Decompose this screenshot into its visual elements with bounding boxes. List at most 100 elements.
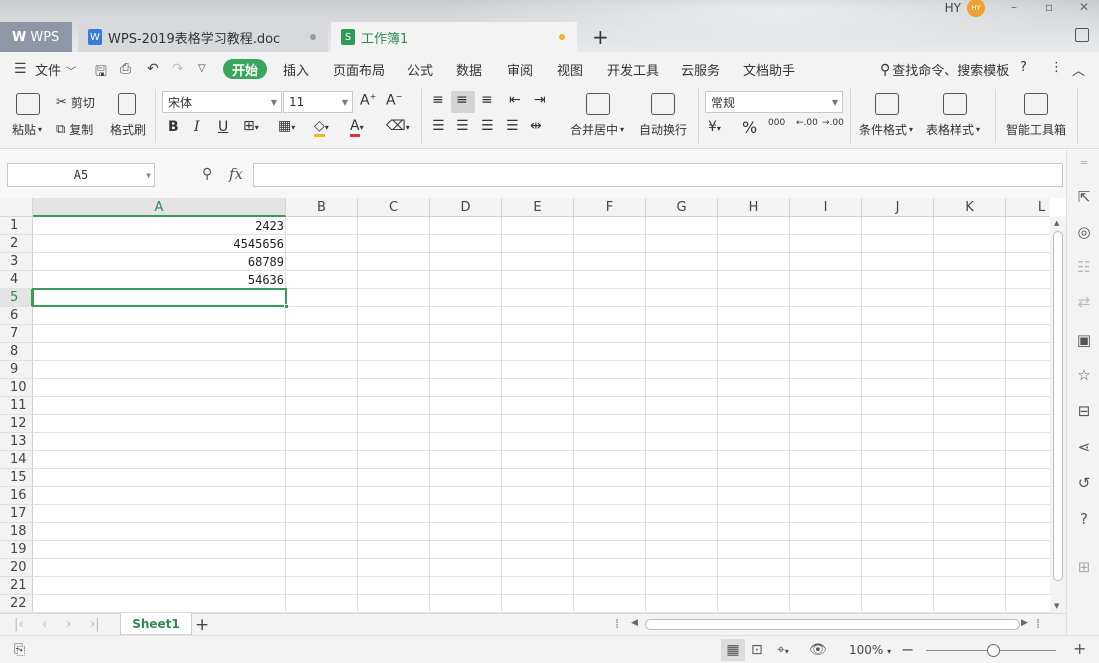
tab-data[interactable]: 数据 — [456, 60, 482, 79]
cell-a1[interactable]: 2423 — [34, 217, 284, 235]
chevron-down-icon[interactable]: ﹀ — [66, 63, 76, 78]
row-header[interactable]: 9 — [0, 361, 33, 379]
tab-review[interactable]: 审阅 — [507, 60, 533, 79]
italic-button[interactable]: I — [194, 119, 200, 135]
name-box[interactable]: A5 ▼ — [7, 163, 155, 187]
column-header[interactable]: J — [862, 198, 934, 217]
fill-color-icon[interactable]: ◇▾ — [314, 118, 329, 137]
apps-grid-icon[interactable]: ⊞ — [1075, 558, 1093, 576]
fill-pattern-icon[interactable]: ▦▾ — [278, 118, 295, 134]
scroll-thumb[interactable] — [1053, 231, 1063, 581]
cell-a2[interactable]: 4545656 — [34, 235, 284, 253]
share-icon[interactable]: ⋖ — [1075, 438, 1093, 456]
decrease-decimal-button[interactable]: →.00 — [822, 118, 844, 128]
column-header[interactable]: F — [574, 198, 646, 217]
star-icon[interactable]: ☆ — [1075, 366, 1093, 384]
help-icon[interactable]: ? — [1020, 60, 1027, 75]
row-header[interactable]: 18 — [0, 523, 33, 541]
row-header[interactable]: 11 — [0, 397, 33, 415]
column-header[interactable]: C — [358, 198, 430, 217]
number-format-select[interactable]: 常规 ▼ — [705, 91, 843, 113]
next-sheet-icon[interactable]: › — [66, 617, 71, 632]
align-middle-icon[interactable]: ≡ — [456, 92, 468, 108]
help-circle-icon[interactable]: ? — [1075, 510, 1093, 528]
decrease-indent-icon[interactable]: ⇤ — [509, 92, 521, 108]
row-header[interactable]: 21 — [0, 577, 33, 595]
row-header[interactable]: 13 — [0, 433, 33, 451]
tab-home[interactable]: 开始 — [223, 59, 267, 79]
format-painter-icon[interactable] — [118, 93, 136, 115]
cell-a4[interactable]: 54636 — [34, 271, 284, 289]
tab-cloud-service[interactable]: 云服务 — [681, 60, 720, 79]
zoom-out-icon[interactable]: − — [901, 640, 914, 659]
horizontal-scroll-thumb[interactable] — [645, 619, 1020, 630]
thousands-separator-button[interactable]: 000 — [768, 118, 785, 128]
tab-wps-home[interactable]: W WPS — [0, 22, 72, 52]
archive-icon[interactable]: ⊟ — [1075, 402, 1093, 420]
percent-button[interactable]: % — [742, 118, 757, 137]
decrease-font-size-icon[interactable]: A− — [386, 92, 402, 109]
last-sheet-icon[interactable]: ›| — [90, 617, 100, 632]
eye-protection-icon[interactable]: 👁 — [809, 642, 827, 658]
tab-close-dot-icon[interactable] — [310, 34, 316, 40]
row-header[interactable]: 22 — [0, 595, 33, 613]
collapse-ribbon-icon[interactable]: ︿ — [1072, 60, 1085, 79]
page-break-view-icon[interactable]: ⊡ — [751, 642, 763, 658]
column-header[interactable]: G — [646, 198, 718, 217]
row-header[interactable]: 16 — [0, 487, 33, 505]
increase-decimal-button[interactable]: ←.00 — [796, 118, 818, 128]
row-header[interactable]: 3 — [0, 253, 33, 271]
align-bottom-icon[interactable]: ≡ — [481, 92, 493, 108]
row-header[interactable]: 4 — [0, 271, 33, 289]
row-header[interactable]: 7 — [0, 325, 33, 343]
maximize-icon[interactable]: ▫ — [1034, 0, 1064, 16]
first-sheet-icon[interactable]: |‹ — [14, 617, 24, 632]
font-name-select[interactable]: 宋体 ▼ — [162, 91, 282, 113]
add-sheet-button[interactable]: + — [195, 615, 209, 635]
prev-sheet-icon[interactable]: ‹ — [42, 617, 47, 632]
insert-function-icon[interactable]: fx — [229, 165, 243, 183]
row-header[interactable]: 17 — [0, 505, 33, 523]
column-header[interactable]: K — [934, 198, 1006, 217]
tab-document[interactable]: W WPS-2019表格学习教程.doc — [78, 22, 328, 52]
justify-icon[interactable]: ☰ — [506, 118, 519, 134]
column-header[interactable]: A — [33, 198, 286, 217]
select-cursor-icon[interactable]: ⇱ — [1075, 188, 1093, 206]
column-header[interactable]: D — [430, 198, 502, 217]
quick-access-dropdown-icon[interactable]: ▽ — [198, 63, 206, 74]
side-panel-toggle-icon[interactable] — [1075, 28, 1089, 42]
wrap-text-icon[interactable] — [651, 93, 675, 115]
fill-handle[interactable] — [284, 304, 289, 309]
toolbox-icon[interactable] — [1024, 93, 1048, 115]
print-icon[interactable]: ⎙ — [120, 61, 131, 77]
vertical-scrollbar[interactable]: ▲ ▼ — [1050, 217, 1066, 613]
transfer-icon[interactable]: ⇄ — [1075, 293, 1093, 311]
row-header[interactable]: 2 — [0, 235, 33, 253]
row-header[interactable]: 15 — [0, 469, 33, 487]
row-header[interactable]: 14 — [0, 451, 33, 469]
underline-button[interactable]: U — [218, 119, 228, 135]
wrap-text-button[interactable]: 自动换行 — [639, 121, 687, 138]
normal-view-icon[interactable]: ▦ — [721, 639, 745, 661]
command-search[interactable]: ⚲ 查找命令、搜索模板 — [880, 60, 1009, 80]
column-header[interactable]: H — [718, 198, 790, 217]
tab-workbook[interactable]: S 工作簿1 — [331, 22, 577, 52]
merge-center-icon[interactable] — [586, 93, 610, 115]
paste-button[interactable]: 粘贴 ▾ — [12, 121, 42, 138]
align-top-icon[interactable]: ≡ — [432, 92, 444, 108]
increase-indent-icon[interactable]: ⇥ — [534, 92, 546, 108]
column-header[interactable]: L — [1006, 198, 1050, 217]
new-tab-button[interactable]: + — [592, 22, 612, 52]
minimize-icon[interactable]: – — [999, 0, 1029, 16]
cut-button[interactable]: ✂ 剪切 — [56, 94, 95, 111]
format-painter-button[interactable]: 格式刷 — [110, 121, 146, 138]
scroll-up-icon[interactable]: ▲ — [1054, 219, 1059, 227]
font-size-select[interactable]: 11 ▼ — [283, 91, 353, 113]
table-style-button[interactable]: 表格样式 ▾ — [926, 121, 980, 138]
font-color-icon[interactable]: A▾ — [350, 118, 364, 137]
row-header[interactable]: 20 — [0, 559, 33, 577]
conditional-format-button[interactable]: 条件格式 ▾ — [859, 121, 913, 138]
row-header[interactable]: 5 — [0, 289, 33, 307]
zoom-slider-knob[interactable] — [987, 644, 1000, 657]
row-header[interactable]: 1 — [0, 217, 33, 235]
